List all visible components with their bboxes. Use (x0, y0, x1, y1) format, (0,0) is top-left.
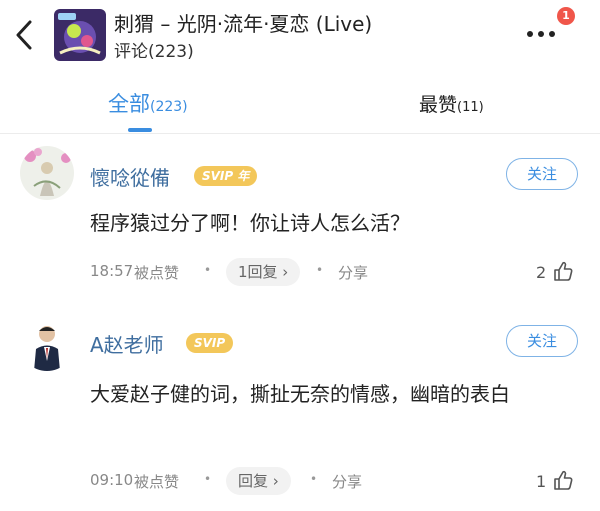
separator-dot: • (316, 263, 324, 277)
liked-by-label[interactable]: 被点赞 (134, 262, 179, 283)
song-title: 刺猬 – 光阴·流年·夏恋 (Live) (114, 12, 373, 36)
separator-dot: • (204, 263, 212, 277)
comment-count: 评论(223) (114, 42, 194, 62)
comment-tabs: 全部(223) 最赞(11) (0, 80, 600, 134)
like-button[interactable]: 2 (534, 258, 580, 286)
separator-dot: • (310, 472, 318, 486)
like-count: 1 (536, 472, 547, 491)
comment-time: 18:57 (90, 262, 134, 280)
reply-button[interactable]: 回复 › (226, 467, 291, 495)
tab-all-count: (223) (150, 99, 188, 115)
active-tab-indicator (128, 128, 152, 132)
tab-liked-count: (11) (457, 100, 484, 115)
follow-button[interactable]: 关注 (506, 158, 578, 190)
username[interactable]: A赵老师 (90, 329, 164, 358)
avatar[interactable] (20, 317, 74, 371)
liked-by-label[interactable]: 被点赞 (134, 471, 179, 492)
comment-item: A赵老师 SVIP 关注 大爱赵子健的词，撕扯无奈的情感，幽暗的表白 09:10… (0, 305, 600, 511)
svip-badge: SVIP 年 (194, 166, 258, 186)
reply-button[interactable]: 1回复 › (226, 258, 301, 286)
share-button[interactable]: 分享 (332, 471, 362, 492)
share-button[interactable]: 分享 (338, 262, 368, 283)
comment-item: 懷唸從備 SVIP 年 关注 程序猿过分了啊！你让诗人怎么活？ 18:57 被点… (0, 138, 600, 298)
tab-most-liked[interactable]: 最赞(11) (419, 90, 484, 117)
avatar[interactable] (20, 146, 74, 200)
tab-all-label: 全部 (108, 92, 150, 116)
more-dots-icon[interactable] (524, 26, 558, 42)
comment-text: 大爱赵子健的词，撕扯无奈的情感，幽暗的表白 (90, 382, 510, 406)
like-button[interactable]: 1 (534, 467, 580, 495)
separator-dot: • (204, 472, 212, 486)
album-cover[interactable] (54, 9, 106, 61)
svip-badge: SVIP (186, 333, 234, 353)
tab-all[interactable]: 全部(223) (108, 88, 188, 118)
comment-text: 程序猿过分了啊！你让诗人怎么活？ (90, 211, 410, 235)
like-count: 2 (536, 263, 547, 282)
username[interactable]: 懷唸從備 (90, 162, 170, 191)
thumbs-up-icon (554, 470, 573, 490)
chevron-left-icon[interactable] (10, 18, 40, 52)
tab-liked-label: 最赞 (419, 94, 458, 116)
thumbs-up-icon (554, 261, 573, 281)
comment-time: 09:10 (90, 471, 134, 489)
follow-button[interactable]: 关注 (506, 325, 578, 357)
top-bar: 刺猬 – 光阴·流年·夏恋 (Live) 评论(223) 1 (0, 0, 600, 70)
notification-badge: 1 (557, 7, 575, 25)
